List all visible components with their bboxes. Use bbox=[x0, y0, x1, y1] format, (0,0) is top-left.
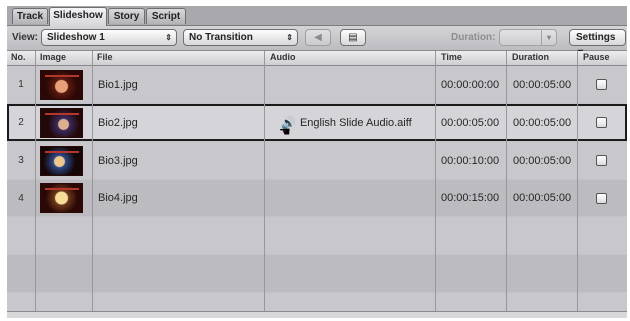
pause-checkbox-cell bbox=[596, 66, 607, 103]
column-divider bbox=[577, 51, 578, 311]
grid-icon: ▤ bbox=[348, 32, 358, 43]
toolbar: View: Slideshow 1 ⇕ No Transition ⇕ ◀ ▤ … bbox=[7, 26, 627, 58]
column-duration[interactable]: Duration bbox=[512, 52, 549, 62]
slide-list: 1 Bio1.jpg 00:00:00:00 00:00:05:00 2 Bio… bbox=[7, 66, 627, 311]
slide-image bbox=[40, 183, 83, 213]
row-number: 1 bbox=[18, 79, 24, 90]
empty-row bbox=[7, 255, 627, 292]
row-number: 4 bbox=[18, 192, 24, 204]
pause-checkbox[interactable] bbox=[596, 192, 607, 204]
transition-popup-value: No Transition bbox=[189, 32, 253, 43]
row-number: 3 bbox=[18, 155, 24, 166]
pause-checkbox-cell bbox=[596, 180, 607, 216]
time-value: 00:00:15:00 bbox=[441, 192, 500, 204]
tab-story[interactable]: Story bbox=[108, 8, 145, 24]
updown-arrows-icon: ⇕ bbox=[165, 33, 172, 42]
pointer-cursor-icon: ☚ bbox=[279, 124, 291, 139]
audio-cell[interactable]: 🔊 English Slide Audio.aiff bbox=[281, 106, 412, 139]
column-divider bbox=[35, 51, 36, 311]
tab-script[interactable]: Script bbox=[146, 8, 186, 24]
updown-arrows-icon: ⇕ bbox=[286, 33, 293, 42]
empty-row bbox=[7, 217, 627, 254]
apply-to-all-button[interactable]: ▤ bbox=[340, 29, 366, 46]
settings-button[interactable]: Settings ▾ bbox=[569, 29, 626, 58]
view-popup[interactable]: Slideshow 1 ⇕ bbox=[41, 29, 177, 46]
time-value: 00:00:05:00 bbox=[441, 116, 500, 129]
bottom-edge bbox=[7, 311, 627, 318]
file-name: Bio4.jpg bbox=[98, 192, 138, 204]
time-value: 00:00:10:00 bbox=[441, 154, 500, 167]
column-file[interactable]: File bbox=[97, 52, 113, 62]
chevron-down-icon: ▾ bbox=[541, 30, 556, 45]
pause-checkbox[interactable] bbox=[596, 117, 607, 128]
duration-value[interactable]: 00:00:05:00 bbox=[513, 180, 571, 216]
column-time[interactable]: Time bbox=[441, 52, 462, 62]
speaker-left-icon: ◀ bbox=[314, 32, 322, 43]
slide-image bbox=[40, 107, 83, 138]
slide-image bbox=[40, 145, 83, 176]
slide-thumbnail[interactable] bbox=[40, 142, 83, 179]
table-row[interactable]: 1 Bio1.jpg 00:00:00:00 00:00:05:00 bbox=[7, 66, 627, 103]
column-divider bbox=[264, 51, 265, 311]
view-popup-value: Slideshow 1 bbox=[47, 32, 105, 43]
preview-transition-button[interactable]: ◀ bbox=[305, 29, 331, 46]
table-row[interactable]: 3 Bio3.jpg 00:00:10:00 00:00:05:00 bbox=[7, 142, 627, 179]
column-divider bbox=[506, 51, 507, 311]
slide-thumbnail[interactable] bbox=[40, 180, 83, 216]
slide-thumbnail[interactable] bbox=[40, 66, 83, 103]
duration-value[interactable]: 00:00:05:00 bbox=[513, 106, 571, 139]
column-divider bbox=[435, 51, 436, 311]
empty-row bbox=[7, 293, 627, 311]
column-image[interactable]: Image bbox=[40, 52, 66, 62]
time-value: 00:00:00:00 bbox=[441, 78, 500, 91]
file-name: Bio1.jpg bbox=[98, 78, 138, 91]
column-pause[interactable]: Pause bbox=[583, 52, 610, 62]
duration-value[interactable]: 00:00:05:00 bbox=[513, 142, 571, 179]
file-name: Bio2.jpg bbox=[98, 116, 138, 129]
file-name: Bio3.jpg bbox=[98, 154, 138, 167]
transition-popup[interactable]: No Transition ⇕ bbox=[183, 29, 298, 46]
pause-checkbox-cell bbox=[596, 142, 607, 179]
row-number: 2 bbox=[18, 117, 24, 128]
pause-checkbox[interactable] bbox=[596, 155, 607, 166]
slide-thumbnail[interactable] bbox=[40, 106, 83, 139]
pause-checkbox[interactable] bbox=[596, 79, 607, 90]
duration-field[interactable]: ▾ bbox=[499, 29, 557, 46]
column-divider bbox=[92, 51, 93, 311]
slide-image bbox=[40, 69, 83, 100]
tab-track[interactable]: Track bbox=[12, 8, 48, 24]
table-row[interactable]: 4 Bio4.jpg 00:00:15:00 00:00:05:00 bbox=[7, 180, 627, 216]
settings-label: Settings bbox=[576, 32, 616, 43]
table-header: No. Image File Audio Time Duration Pause bbox=[7, 51, 627, 66]
column-no[interactable]: No. bbox=[11, 52, 26, 62]
audio-file-name: English Slide Audio.aiff bbox=[299, 116, 412, 129]
table-row-selected[interactable]: 2 Bio2.jpg 🔊 English Slide Audio.aiff ☚ … bbox=[7, 104, 627, 141]
duration-value[interactable]: 00:00:05:00 bbox=[513, 66, 571, 103]
tab-bar: Track Slideshow Story Script bbox=[7, 6, 627, 26]
tab-slideshow[interactable]: Slideshow bbox=[49, 7, 107, 26]
pause-checkbox-cell bbox=[596, 106, 607, 139]
slideshow-editor-panel: Track Slideshow Story Script View: Slide… bbox=[7, 6, 627, 318]
view-label: View: bbox=[12, 32, 38, 43]
column-audio[interactable]: Audio bbox=[270, 52, 296, 62]
duration-label: Duration: bbox=[451, 32, 496, 43]
